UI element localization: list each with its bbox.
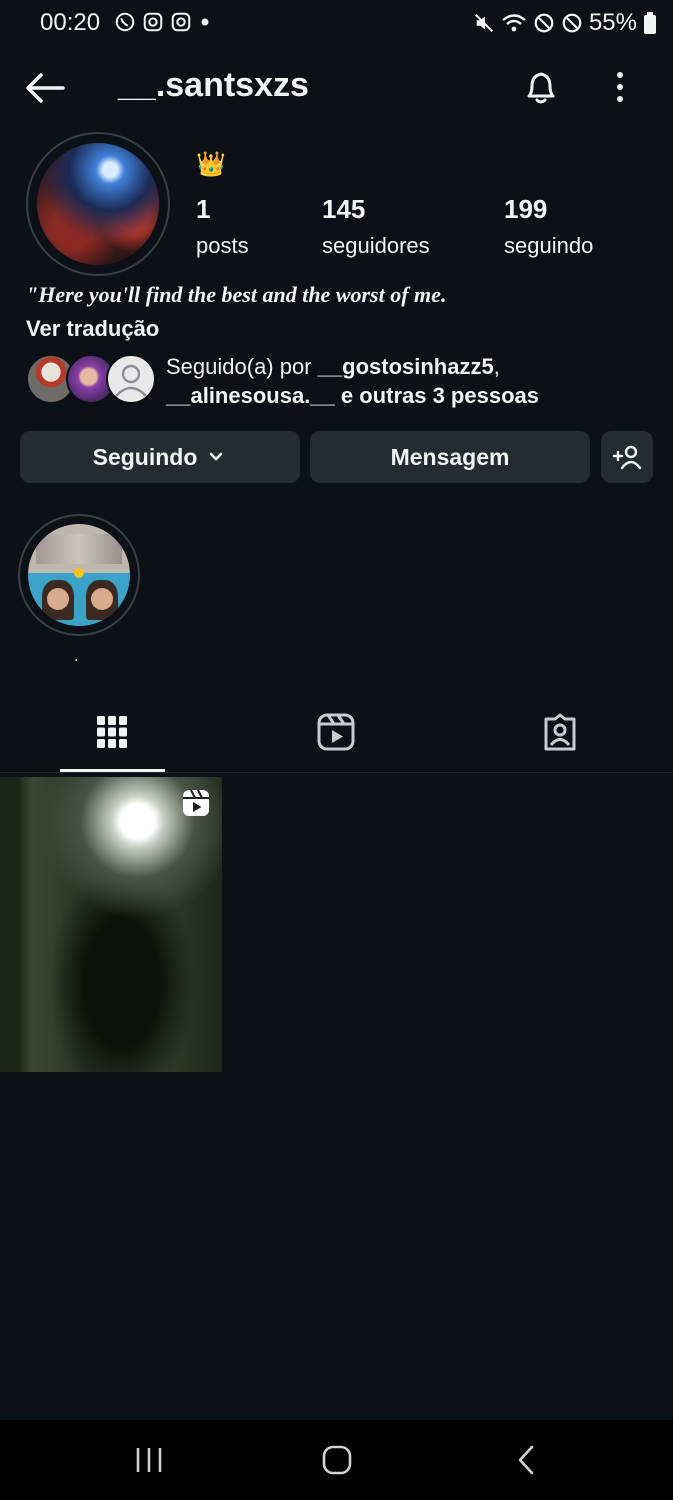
status-bar: 00:20 55% — [0, 0, 673, 46]
followed-user-link[interactable]: __alinesousa.__ — [166, 383, 335, 408]
followed-by-text[interactable]: Seguido(a) por __gostosinhazz5, __alines… — [166, 352, 646, 410]
status-time: 00:20 — [40, 9, 101, 36]
back-button[interactable] — [24, 70, 66, 106]
battery-percent: 55% — [588, 9, 637, 36]
tab-divider — [0, 772, 673, 773]
battery-icon — [644, 12, 656, 34]
profile-avatar[interactable] — [26, 132, 170, 276]
see-translation-link[interactable]: Ver tradução — [26, 316, 159, 342]
reels-icon — [183, 789, 209, 816]
crown-emoji: 👑 — [196, 151, 226, 178]
followed-suffix: e outras 3 pessoas — [334, 383, 539, 408]
more-vertical-icon — [617, 72, 623, 102]
highlight-label: . — [74, 648, 79, 665]
message-button-label: Mensagem — [390, 443, 510, 470]
tagged-icon — [544, 713, 576, 751]
stat-label: seguindo — [504, 233, 594, 258]
stat-posts[interactable]: 1 posts — [196, 194, 249, 259]
default-avatar-icon — [115, 364, 147, 397]
recent-apps-button[interactable] — [134, 1446, 164, 1474]
home-icon — [322, 1445, 352, 1475]
stat-value: 145 — [322, 194, 366, 224]
tab-grid[interactable] — [92, 712, 132, 752]
tab-tagged[interactable] — [540, 712, 580, 752]
dot-icon — [201, 18, 209, 26]
reels-icon — [317, 713, 355, 751]
system-back-button[interactable] — [514, 1444, 538, 1476]
avatar-image — [37, 143, 159, 265]
add-person-icon — [612, 445, 642, 470]
whatsapp-icon — [115, 12, 135, 32]
recent-apps-icon — [136, 1448, 162, 1472]
chevron-down-icon — [210, 452, 223, 461]
instagram-icon — [171, 12, 191, 32]
mute-icon — [474, 14, 493, 32]
more-options-button[interactable] — [608, 70, 632, 104]
stat-label: posts — [196, 233, 249, 258]
follower-avatar[interactable] — [106, 354, 156, 404]
status-system-icons: 55% — [473, 9, 657, 37]
highlight-cover-image — [28, 524, 130, 626]
system-navigation-bar — [0, 1420, 673, 1500]
home-button[interactable] — [321, 1444, 353, 1476]
grid-icon — [97, 716, 127, 748]
tab-reels[interactable] — [316, 712, 356, 752]
reel-badge — [182, 789, 210, 817]
profile-bio: "Here you'll find the best and the worst… — [26, 282, 447, 307]
block-icon — [562, 13, 582, 33]
following-button[interactable]: Seguindo — [20, 431, 300, 483]
notifications-button[interactable] — [521, 66, 561, 108]
profile-username: __.santsxzs — [118, 66, 309, 104]
stat-followers[interactable]: 145 seguidores — [322, 194, 430, 259]
arrow-left-icon — [26, 73, 65, 103]
suggested-people-button[interactable] — [601, 431, 653, 483]
bell-icon — [527, 72, 555, 104]
story-highlight[interactable] — [18, 514, 140, 636]
stat-value: 1 — [196, 194, 211, 224]
block-icon — [534, 13, 554, 33]
followed-comma: , — [493, 354, 500, 379]
chevron-left-icon — [518, 1445, 534, 1475]
status-notification-icons — [114, 11, 212, 33]
wifi-icon — [502, 14, 526, 32]
message-button[interactable]: Mensagem — [310, 431, 590, 483]
instagram-icon — [143, 12, 163, 32]
followed-prefix: Seguido(a) por — [166, 354, 318, 379]
following-button-label: Seguindo — [92, 443, 198, 470]
post-thumbnail[interactable] — [0, 777, 222, 1072]
stat-following[interactable]: 199 seguindo — [504, 194, 593, 259]
stat-value: 199 — [504, 194, 548, 224]
followed-user-link[interactable]: __gostosinhazz5 — [318, 354, 494, 379]
stat-label: seguidores — [322, 233, 430, 258]
